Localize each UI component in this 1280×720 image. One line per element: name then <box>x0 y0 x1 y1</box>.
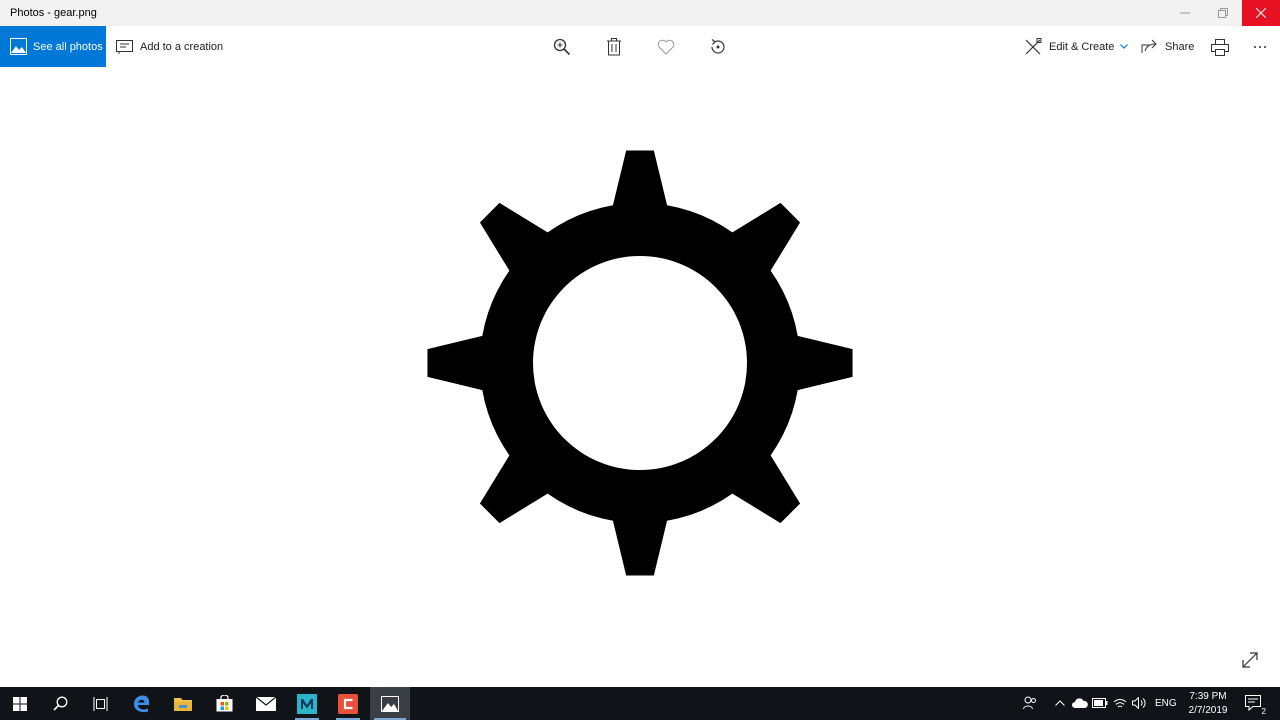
task-view-icon <box>93 696 107 711</box>
clock-time: 7:39 PM <box>1189 691 1227 702</box>
volume-icon <box>1132 697 1146 709</box>
store-button[interactable] <box>204 687 244 720</box>
clock[interactable]: 7:39 PM 2/7/2019 <box>1183 690 1233 718</box>
people-button[interactable] <box>1022 695 1038 711</box>
see-all-photos-button[interactable]: See all photos <box>0 26 106 67</box>
c-app-icon <box>338 693 358 714</box>
fullscreen-button[interactable] <box>1240 650 1260 670</box>
share-icon <box>1141 39 1157 53</box>
photos-icon <box>381 695 399 712</box>
file-explorer-button[interactable] <box>163 687 203 720</box>
print-icon <box>1211 38 1229 56</box>
toolbar: See all photos Add to a creation Edit & … <box>0 26 1280 67</box>
search-icon <box>52 696 67 711</box>
start-icon <box>13 696 27 711</box>
favorite-button[interactable] <box>655 36 677 58</box>
photos-collection-icon <box>10 38 27 55</box>
add-to-creation-button[interactable]: Add to a creation <box>116 26 223 67</box>
wifi-icon <box>1113 699 1127 708</box>
network-button[interactable] <box>1112 695 1128 711</box>
zoom-in-icon <box>553 38 571 56</box>
zoom-in-button[interactable] <box>551 36 573 58</box>
battery-button[interactable] <box>1092 695 1108 711</box>
restore-button[interactable] <box>1204 0 1242 26</box>
edge-button[interactable] <box>122 687 162 720</box>
rotate-icon <box>711 39 725 54</box>
add-to-creation-icon <box>116 39 133 54</box>
close-button[interactable] <box>1242 0 1280 26</box>
file-explorer-icon <box>174 698 192 711</box>
battery-icon <box>1092 698 1108 708</box>
volume-button[interactable] <box>1131 695 1147 711</box>
close-icon <box>1256 8 1266 18</box>
edit-create-icon <box>1025 38 1042 55</box>
delete-icon <box>607 38 621 56</box>
restore-icon <box>1218 8 1228 18</box>
expand-icon <box>1242 652 1258 668</box>
mail-icon <box>256 696 276 711</box>
more-icon <box>1254 46 1266 48</box>
rotate-button[interactable] <box>707 36 729 58</box>
onedrive-button[interactable] <box>1072 695 1088 711</box>
c-app-button[interactable] <box>328 687 368 720</box>
share-button[interactable]: Share <box>1141 26 1194 67</box>
photos-app-button[interactable] <box>370 687 410 720</box>
input-language[interactable]: ENG <box>1155 698 1177 709</box>
edit-create-label: Edit & Create <box>1049 40 1115 53</box>
edge-icon <box>134 695 150 712</box>
m-app-icon <box>297 693 317 714</box>
mail-button[interactable] <box>246 687 286 720</box>
favorite-icon <box>657 39 675 55</box>
store-icon <box>216 695 232 712</box>
chevron-down-icon <box>1120 44 1129 49</box>
search-button[interactable] <box>40 687 80 720</box>
start-button[interactable] <box>0 687 40 720</box>
notification-count: 2 <box>1261 707 1266 716</box>
window-title: Photos - gear.png <box>10 7 97 19</box>
see-all-photos-label: See all photos <box>33 40 103 53</box>
displayed-image[interactable] <box>426 149 854 577</box>
m-app-button[interactable] <box>287 687 327 720</box>
clock-date: 2/7/2019 <box>1188 705 1228 716</box>
share-label: Share <box>1165 40 1195 53</box>
title-bar: Photos - gear.png <box>0 0 1280 26</box>
notification-icon <box>1245 695 1261 711</box>
minimize-button[interactable] <box>1166 0 1204 26</box>
delete-button[interactable] <box>603 36 625 58</box>
edit-create-button[interactable]: Edit & Create <box>1025 26 1129 67</box>
minimize-icon <box>1180 12 1190 14</box>
print-button[interactable] <box>1209 36 1231 58</box>
show-hidden-icons-button[interactable] <box>1052 695 1068 711</box>
taskbar: ENG 7:39 PM 2/7/2019 2 <box>0 687 1280 720</box>
chevron-up-icon <box>1055 700 1065 706</box>
cloud-icon <box>1072 698 1088 708</box>
more-options-button[interactable] <box>1249 36 1271 58</box>
gear-icon <box>427 150 853 576</box>
add-to-creation-label: Add to a creation <box>140 40 224 53</box>
action-center-button[interactable]: 2 <box>1245 695 1266 716</box>
people-icon <box>1023 696 1036 710</box>
task-view-button[interactable] <box>80 687 120 720</box>
